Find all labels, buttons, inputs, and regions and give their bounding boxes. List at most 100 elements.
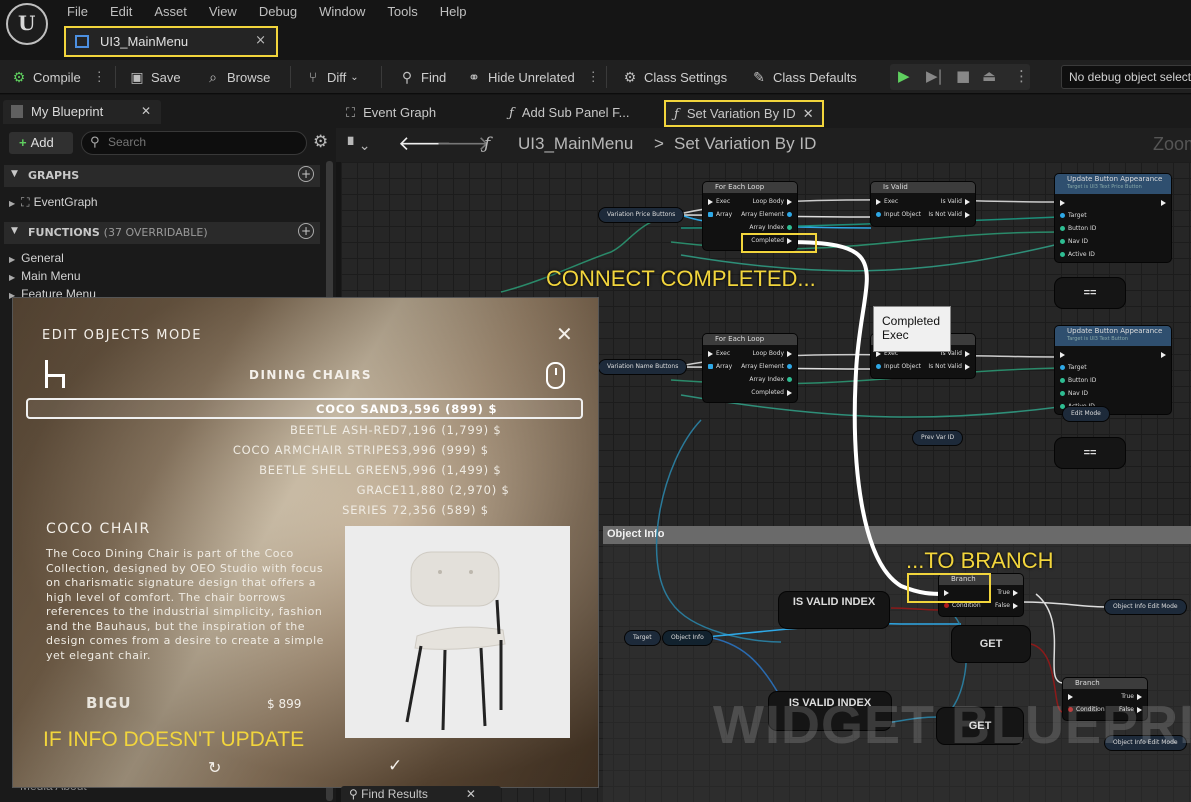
node-get[interactable]: GET	[952, 626, 1030, 662]
tree-item-general[interactable]: ▶ General	[9, 251, 64, 265]
find-results-tab[interactable]: ⚲ Find Results ✕	[341, 786, 501, 802]
unreal-logo-icon[interactable]: U	[6, 3, 48, 45]
chair-illustration	[405, 551, 506, 731]
node-object-info[interactable]: Object Info	[663, 631, 712, 645]
object-wire	[655, 419, 782, 643]
graph-breadcrumb: ▘⌄ 🡐 🡒 ƒ UI3_MainMenu > Set Variation By…	[336, 128, 1191, 162]
selected-variation-row[interactable]	[26, 398, 583, 419]
hide-unrelated-button[interactable]: ⚭ Hide Unrelated ⋮	[465, 60, 600, 94]
document-tab[interactable]: UI3_MainMenu ×	[64, 26, 278, 57]
main-menu: File Edit Asset View Debug Window Tools …	[56, 2, 478, 21]
find-button[interactable]: ⚲ Find	[398, 60, 446, 94]
bookmark-icon[interactable]: ▘⌄	[348, 137, 371, 154]
plus-icon: +	[19, 135, 27, 150]
menu-window[interactable]: Window	[308, 2, 376, 21]
node-target[interactable]: Target	[625, 631, 660, 645]
add-function-icon[interactable]: +	[298, 223, 314, 239]
menu-bar: U File Edit Asset View Debug Window Tool…	[0, 0, 1191, 60]
close-icon[interactable]: ✕	[803, 106, 814, 121]
play-icon[interactable]: ▶	[898, 67, 910, 85]
save-button[interactable]: ▣ Save	[128, 60, 180, 94]
step-icon[interactable]: ▶|	[926, 67, 943, 85]
menu-tools[interactable]: Tools	[376, 2, 428, 21]
node-edit-mode[interactable]: Edit Mode	[1063, 407, 1109, 421]
node-for-each-loop[interactable]: For Each Loop Exec Array Loop Body Array…	[703, 334, 797, 402]
node-update-button-appearance[interactable]: Update Button Appearance Target is UI3 T…	[1055, 326, 1171, 414]
menu-edit[interactable]: Edit	[99, 2, 143, 21]
category-title: DINING CHAIRS	[249, 368, 372, 382]
tree-item-eventgraph[interactable]: ▶ ⛶ EventGraph	[9, 195, 98, 210]
breadcrumb-current[interactable]: Set Variation By ID	[674, 134, 816, 154]
search-icon: ⚲	[349, 787, 362, 801]
highlight-completed-pin	[741, 233, 817, 253]
functions-section-header[interactable]: ▼ FUNCTIONS (37 OVERRIDABLE) +	[4, 222, 320, 244]
close-icon[interactable]: ✕	[556, 322, 573, 346]
compile-button[interactable]: ⚙ Compile ⋮	[10, 60, 106, 94]
reset-icon[interactable]: ↻	[208, 758, 221, 777]
mouse-icon	[546, 362, 565, 389]
debug-object-select[interactable]: No debug object selected	[1061, 65, 1191, 89]
stop-icon[interactable]: ■	[956, 67, 970, 85]
breadcrumb-root[interactable]: UI3_MainMenu	[518, 134, 633, 154]
close-icon[interactable]: ×	[255, 33, 266, 48]
menu-asset[interactable]: Asset	[143, 2, 198, 21]
node-update-button-appearance[interactable]: Update Button Appearance Target is UI3 T…	[1055, 174, 1171, 262]
eject-icon[interactable]: ⏏	[982, 67, 996, 85]
my-blueprint-tab[interactable]: My Blueprint ✕	[3, 100, 161, 124]
search-icon: ⚲	[90, 135, 100, 150]
node-is-valid-index[interactable]: IS VALID INDEX	[779, 592, 889, 628]
graph-tab-bar: ⛶ Event Graph ƒ Add Sub Panel F... ƒ Set Va…	[336, 95, 1191, 128]
class-defaults-icon: ✎	[753, 68, 765, 85]
search-box: ⚲	[81, 131, 307, 155]
graph-icon: ⛶	[21, 195, 30, 209]
play-controls: ▶ ▶| ■ ⏏ ⋮	[890, 64, 1030, 90]
menu-view[interactable]: View	[198, 2, 248, 21]
menu-help[interactable]: Help	[429, 2, 478, 21]
pin-tooltip: Completed Exec	[873, 306, 951, 352]
add-button[interactable]: + Add	[9, 132, 73, 154]
confirm-icon[interactable]: ✓	[388, 756, 402, 776]
tree-item-main-menu[interactable]: ▶ Main Menu	[9, 269, 81, 283]
browse-button[interactable]: ⌕ Browse	[204, 60, 270, 94]
find-icon: ⚲	[401, 68, 413, 85]
menu-debug[interactable]: Debug	[248, 2, 308, 21]
close-icon[interactable]: ✕	[466, 787, 476, 801]
node-prev-var-id[interactable]: Prev Var ID	[913, 431, 963, 445]
node-variation-name-buttons[interactable]: Variation Name Buttons	[599, 360, 687, 374]
function-icon: ƒ	[484, 134, 491, 154]
diff-button[interactable]: ⑂ Diff ⌄	[304, 60, 359, 94]
edit-objects-preview: EDIT OBJECTS MODE ✕ DINING CHAIRS COCO S…	[12, 297, 599, 788]
preview-title: EDIT OBJECTS MODE	[42, 328, 202, 343]
annotation-connect-completed: CONNECT COMPLETED...	[546, 266, 816, 291]
compile-icon: ⚙	[12, 68, 26, 85]
class-defaults-button[interactable]: ✎ Class Defaults	[750, 60, 857, 94]
highlight-branch-node	[907, 573, 991, 603]
node-object-info-edit-mode[interactable]: Object Info Edit Mode	[1105, 600, 1186, 614]
node-variation-price-buttons[interactable]: Variation Price Buttons	[599, 208, 684, 222]
product-photo	[345, 526, 570, 738]
exec-wire-completed	[786, 240, 947, 596]
class-settings-button[interactable]: ⚙ Class Settings	[621, 60, 727, 94]
node-is-valid[interactable]: Is Valid Exec Input Object Is Valid Is N…	[871, 182, 975, 226]
gear-icon[interactable]: ⚙	[313, 132, 328, 152]
node-equals[interactable]: ==	[1055, 278, 1125, 308]
document-tab-label: UI3_MainMenu	[100, 34, 189, 49]
zoom-label: Zoom	[1153, 134, 1191, 154]
more-icon[interactable]: ⋮	[1014, 67, 1029, 85]
close-icon[interactable]: ✕	[141, 104, 151, 118]
chair-icon	[45, 360, 65, 388]
function-icon: ƒ	[509, 106, 514, 121]
forward-arrow-icon[interactable]: 🡒	[436, 131, 490, 156]
annotation-to-branch: ...TO BRANCH	[906, 548, 1054, 573]
graphs-section-header[interactable]: ▼ GRAPHS +	[4, 165, 320, 187]
tab-event-graph[interactable]: ⛶ Event Graph	[346, 100, 436, 127]
diff-icon: ⑂	[308, 69, 318, 85]
add-graph-icon[interactable]: +	[298, 166, 314, 182]
graph-icon: ⛶	[346, 105, 356, 120]
search-input[interactable]	[108, 135, 298, 149]
node-equals[interactable]: ==	[1055, 438, 1125, 468]
tab-add-sub-panel[interactable]: ƒ Add Sub Panel F...	[509, 100, 630, 127]
menu-file[interactable]: File	[56, 2, 99, 21]
bool-wire	[890, 607, 940, 611]
tab-set-variation-by-id[interactable]: ƒ Set Variation By ID ✕	[664, 100, 824, 127]
